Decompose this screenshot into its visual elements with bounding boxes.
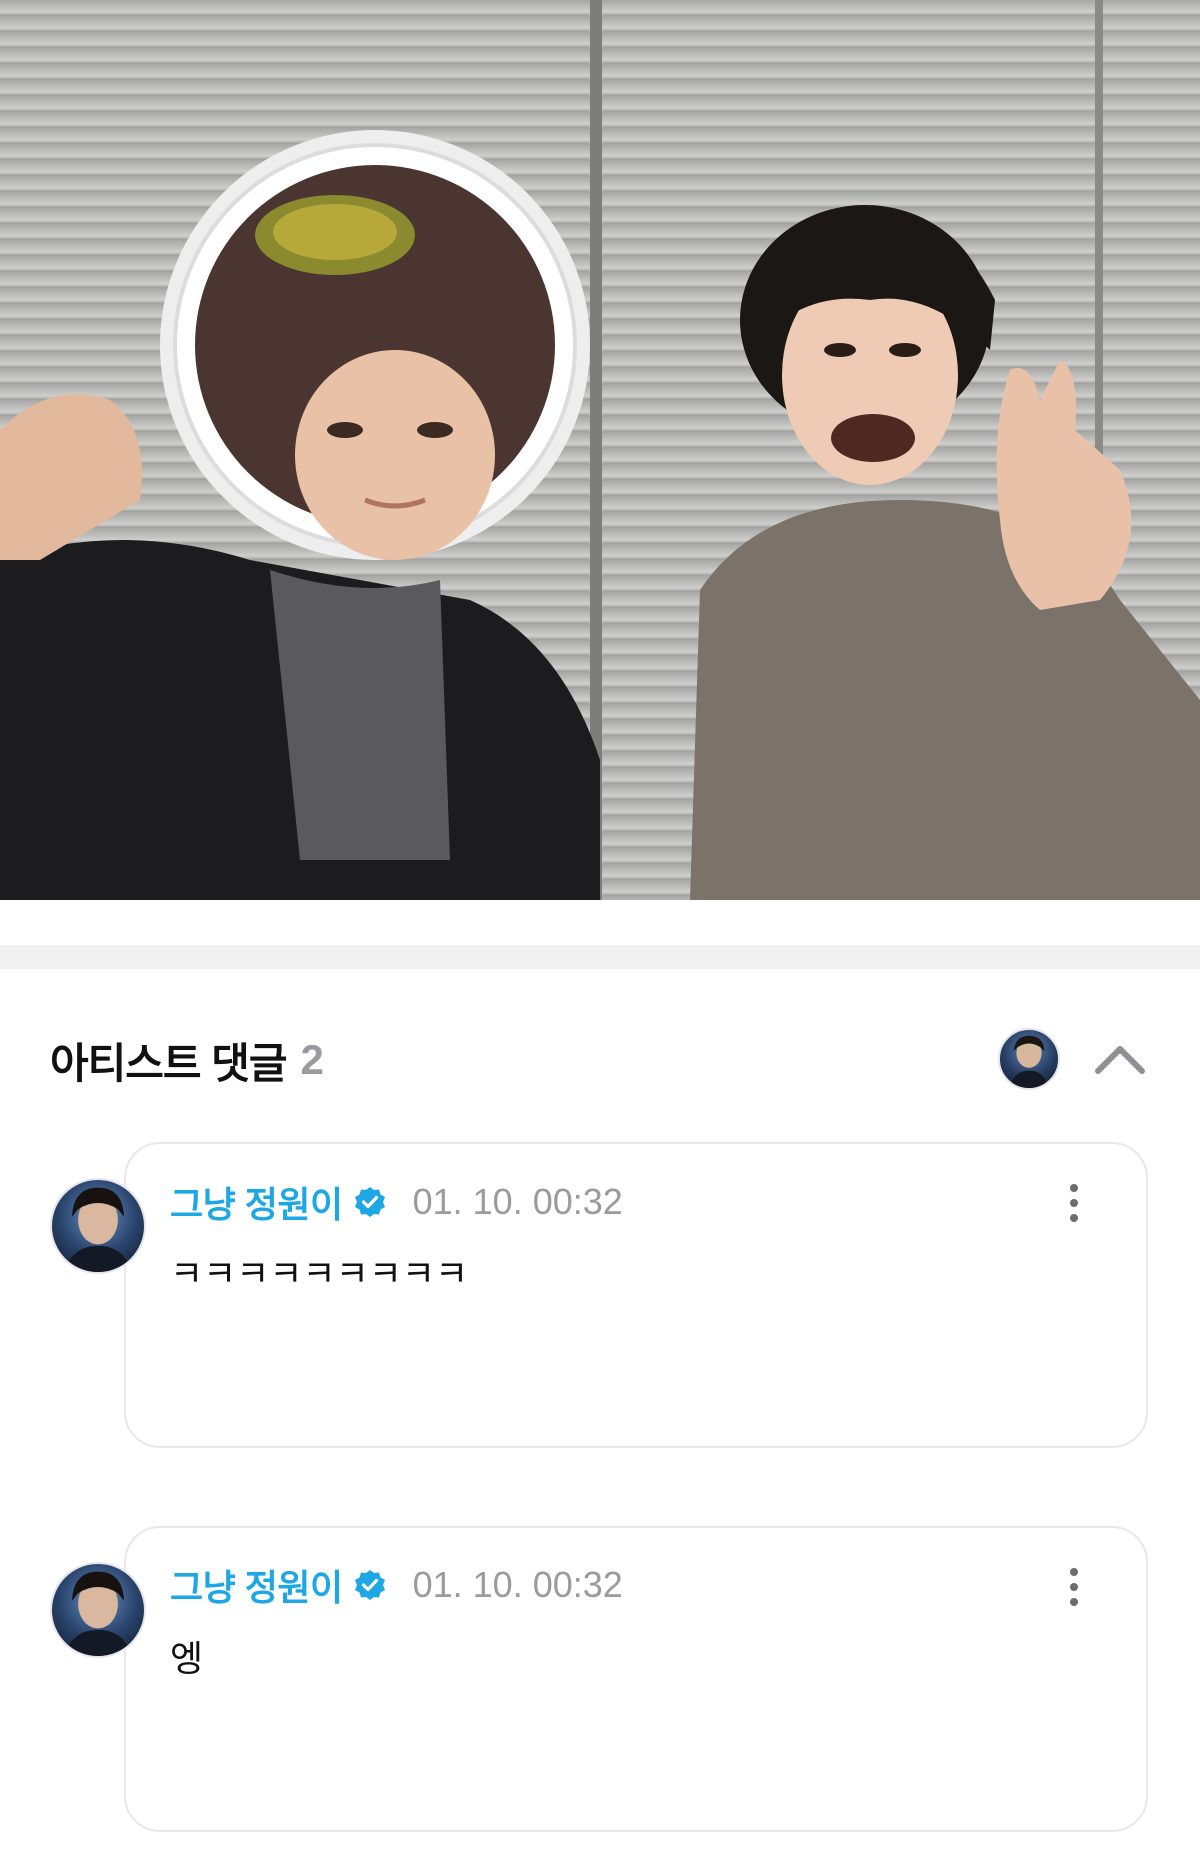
more-options-icon-dot xyxy=(1070,1583,1078,1591)
more-options-icon-dot xyxy=(1070,1214,1078,1222)
more-options-icon xyxy=(1070,1184,1078,1192)
commenter-avatar[interactable] xyxy=(50,1562,146,1658)
comment-timestamp: 01. 10. 00:32 xyxy=(412,1564,623,1605)
commenter-avatar[interactable] xyxy=(50,1178,146,1274)
artist-avatar[interactable] xyxy=(998,1028,1060,1090)
verified-badge-icon xyxy=(354,1187,385,1217)
video-scene xyxy=(0,0,1200,900)
chevron-up-icon xyxy=(1095,1046,1145,1074)
comment-header: 그냥 정원이 01. 10. 00:32 xyxy=(170,1180,623,1225)
comment-text: 엥 xyxy=(170,1638,204,1679)
comment-header: 그냥 정원이 01. 10. 00:32 xyxy=(170,1563,623,1608)
comment-timestamp: 01. 10. 00:32 xyxy=(412,1181,623,1222)
section-title: 아티스트 댓글 xyxy=(50,1039,288,1087)
avatar-portrait-icon xyxy=(64,1187,132,1272)
collapse-button[interactable] xyxy=(1092,1035,1148,1083)
comment-author[interactable]: 그냥 정원이 xyxy=(170,1559,343,1611)
more-options-button[interactable] xyxy=(1060,1178,1088,1228)
more-options-button[interactable] xyxy=(1060,1562,1088,1612)
artist-comments-header: 아티스트 댓글 2 xyxy=(50,1030,324,1090)
comment-author[interactable]: 그냥 정원이 xyxy=(170,1176,343,1228)
more-options-icon-dot xyxy=(1070,1598,1078,1606)
section-divider xyxy=(0,945,1200,969)
more-options-icon xyxy=(1070,1568,1078,1576)
avatar-portrait-icon xyxy=(1009,1035,1049,1088)
verified-badge-icon xyxy=(354,1570,385,1600)
video-frame[interactable] xyxy=(0,0,1200,900)
comment-count: 2 xyxy=(300,1036,324,1083)
comment-text: ㅋㅋㅋㅋㅋㅋㅋㅋㅋ xyxy=(170,1253,469,1294)
more-options-icon-dot xyxy=(1070,1199,1078,1207)
avatar-portrait-icon xyxy=(64,1571,132,1656)
